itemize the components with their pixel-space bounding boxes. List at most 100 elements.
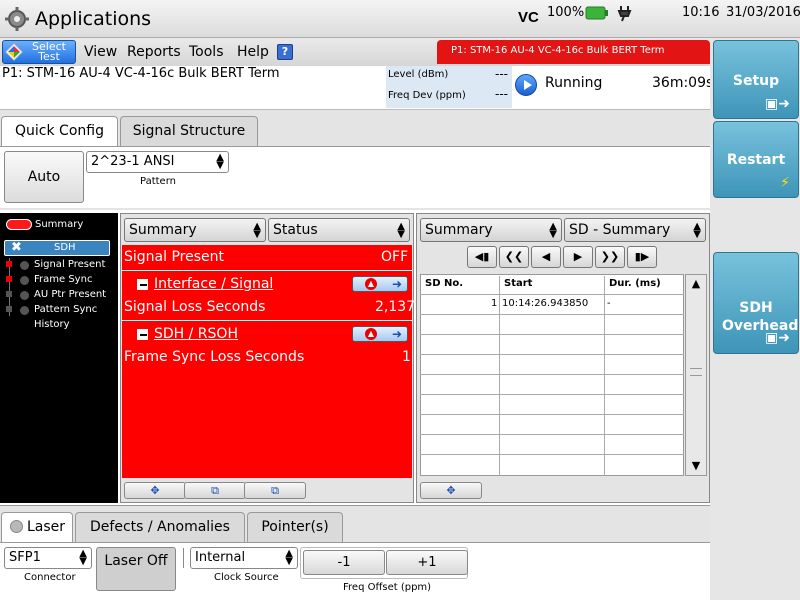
status-category-select[interactable]: Status ▲ ▼: [268, 218, 410, 242]
connector-select[interactable]: SFP1 ▲ ▼: [4, 547, 92, 569]
signal-loss-label: Signal Loss Seconds: [124, 299, 266, 315]
scroll-up-icon[interactable]: ▲: [686, 275, 706, 293]
updown-arrows-icon: ▲ ▼: [79, 548, 87, 567]
last-page-button[interactable]: ▮▶: [627, 246, 657, 268]
scroll-down-icon[interactable]: ▼: [686, 457, 706, 475]
expand-button[interactable]: ✥: [124, 482, 186, 499]
sdh-overhead-button[interactable]: SDH Overhead ▣➜: [713, 252, 799, 354]
tree-au-ptr-present[interactable]: AU Ptr Present: [34, 289, 106, 300]
status-category-value: Status: [273, 222, 318, 238]
copy-button[interactable]: ⧉: [184, 482, 246, 499]
goto-rsoh-button[interactable]: ▲ ➜: [352, 326, 408, 342]
col-sd-no[interactable]: SD No.: [421, 276, 500, 294]
fast-back-button[interactable]: ❮❮: [499, 246, 529, 268]
menu-view[interactable]: View: [84, 44, 117, 60]
grid-line: [420, 374, 684, 375]
grid-line: [604, 294, 605, 476]
test-name: P1: STM-16 AU-4 VC-4-16c Bulk BERT Term: [2, 66, 280, 81]
fast-forward-button[interactable]: ❯❯: [595, 246, 625, 268]
freq-plus-button[interactable]: +1: [386, 550, 468, 575]
restart-label: Restart: [726, 152, 786, 168]
select-test-button[interactable]: Select Test: [2, 40, 76, 64]
laser-off-button[interactable]: Laser Off: [96, 547, 176, 591]
tab-quick-config[interactable]: Quick Config: [1, 116, 118, 148]
status-view-select[interactable]: Summary ▲ ▼: [124, 218, 266, 242]
grid-line: [420, 394, 684, 395]
group-sdh-rsoh[interactable]: SDH / RSOH: [154, 326, 238, 342]
double-right-icon: ❯❯: [600, 250, 620, 263]
skip-first-icon: ◀▮: [474, 250, 490, 263]
grid-line: [420, 334, 684, 335]
tab-signal-structure[interactable]: Signal Structure: [120, 116, 258, 146]
prev-button[interactable]: ◀: [531, 246, 561, 268]
play-icon[interactable]: [515, 74, 537, 96]
updown-arrows-icon: ▲ ▼: [285, 548, 293, 567]
tree-signal-present[interactable]: Signal Present: [34, 259, 105, 270]
restart-button[interactable]: Restart ⚡: [713, 121, 799, 198]
menu-tools[interactable]: Tools: [189, 44, 224, 60]
first-page-button[interactable]: ◀▮: [467, 246, 497, 268]
pattern-value: 2^23-1 ANSI: [91, 154, 175, 169]
clock-source-select[interactable]: Internal ▲ ▼: [190, 547, 298, 569]
pattern-label: Pattern: [140, 176, 176, 187]
clock-date: 31/03/2016: [726, 5, 800, 20]
paste-button[interactable]: ⧉: [244, 482, 306, 499]
left-icon: ◀: [541, 250, 551, 263]
divider: [183, 548, 184, 568]
pattern-select[interactable]: 2^23-1 ANSI ▲ ▼: [86, 151, 229, 173]
select-test-icon: [5, 43, 23, 61]
signal-present-led: [20, 261, 29, 270]
sd-view-value: Summary: [425, 222, 493, 238]
updown-arrows-icon: ▲ ▼: [549, 221, 557, 240]
tree-frame-sync[interactable]: Frame Sync: [34, 274, 92, 285]
test-banner-label: P1: STM-16 AU-4 VC-4-16c Bulk BERT Term: [451, 45, 665, 56]
freq-dev-value: ---: [495, 87, 508, 101]
tree-history[interactable]: History: [34, 319, 70, 330]
history-marker: [6, 261, 12, 267]
tab-defects-anomalies[interactable]: Defects / Anomalies: [75, 512, 245, 542]
battery-icon: [585, 6, 608, 20]
level-value: ---: [495, 67, 508, 81]
grid-line: [420, 354, 684, 355]
sd-category-select[interactable]: SD - Summary ▲ ▼: [564, 218, 706, 242]
col-duration[interactable]: Dur. (ms): [605, 276, 683, 294]
scroll-grip[interactable]: [690, 368, 702, 376]
freq-offset-label: Freq Offset (ppm): [343, 582, 432, 593]
freq-minus-button[interactable]: -1: [303, 550, 385, 575]
menu-help[interactable]: Help: [237, 44, 269, 60]
help-icon[interactable]: ?: [277, 44, 293, 60]
history-marker: [6, 276, 12, 282]
collapse-icon[interactable]: [137, 329, 148, 340]
collapse-icon[interactable]: [137, 279, 148, 290]
double-left-icon: ❮❮: [504, 250, 524, 263]
copy-icon: ⧉: [211, 484, 219, 497]
next-button[interactable]: ▶: [563, 246, 593, 268]
test-banner[interactable]: P1: STM-16 AU-4 VC-4-16c Bulk BERT Term: [437, 40, 710, 64]
col-start[interactable]: Start: [500, 276, 605, 294]
power-plug-icon: [617, 6, 632, 22]
gear-icon[interactable]: [4, 6, 32, 32]
history-marker: [6, 291, 12, 297]
frame-sync-loss-value: 1: [402, 349, 411, 365]
updown-arrows-icon: ▲ ▼: [216, 152, 224, 171]
status-view-value: Summary: [129, 222, 197, 238]
app-title: Applications: [35, 8, 152, 30]
goto-interface-button[interactable]: ▲ ➜: [352, 276, 408, 292]
tab-pointers[interactable]: Pointer(s): [247, 512, 343, 542]
summary-led[interactable]: [6, 219, 32, 230]
tree-sdh-label: SDH: [54, 242, 76, 253]
grid-line: [420, 454, 684, 455]
export-arrow-icon: ▣➜: [765, 96, 790, 112]
grid-line: [420, 414, 684, 415]
auto-button[interactable]: Auto: [4, 151, 84, 203]
sd-category-value: SD - Summary: [569, 222, 671, 238]
setup-button[interactable]: Setup ▣➜: [713, 40, 799, 119]
sd-expand-button[interactable]: ✥: [420, 482, 482, 499]
table-cell-sd-no: 1: [491, 298, 498, 309]
menu-reports[interactable]: Reports: [127, 44, 181, 60]
status-tree: [0, 213, 118, 503]
group-interface-signal[interactable]: Interface / Signal: [154, 276, 273, 292]
tree-pattern-sync[interactable]: Pattern Sync: [34, 304, 97, 315]
sd-view-select[interactable]: Summary ▲ ▼: [420, 218, 562, 242]
clock-source-label: Clock Source: [214, 572, 279, 583]
